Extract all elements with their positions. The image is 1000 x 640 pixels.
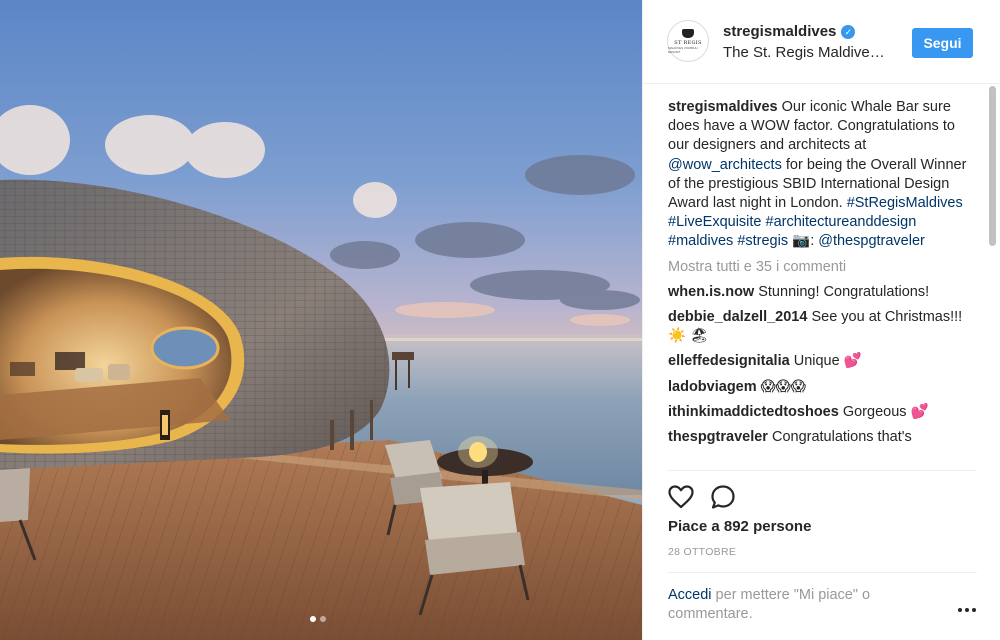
comment-username[interactable]: elleffedesignitalia <box>668 353 790 369</box>
action-bar <box>667 482 737 512</box>
comment-text: Stunning! Congratulations! <box>758 283 930 300</box>
comment-username[interactable]: when.is.now <box>668 284 754 300</box>
carousel-dot-active <box>310 616 316 622</box>
hashtag-link[interactable]: #maldives <box>668 233 733 249</box>
divider <box>667 470 977 471</box>
caption-username[interactable]: stregismaldives <box>668 99 778 115</box>
whale-bar-image <box>0 105 642 640</box>
comment-item: when.is.now Stunning! Congratulations! <box>668 283 968 302</box>
comment-text: Unique 💕 <box>793 353 862 370</box>
caption: stregismaldives Our iconic Whale Bar sur… <box>668 98 968 252</box>
hashtag-link[interactable]: #stregis <box>737 233 788 249</box>
mention-link[interactable]: @thespgtraveler <box>818 233 925 249</box>
comment-text: Gorgeous 💕 <box>842 403 929 420</box>
username-row: stregismaldives ✓ <box>723 23 856 40</box>
hashtag-link[interactable]: #StRegisMaldives <box>847 195 963 211</box>
scrollbar-thumb[interactable] <box>989 86 996 246</box>
login-prompt: Accedi per mettere "Mi piace" o commenta… <box>668 586 928 624</box>
comment-username[interactable]: ladobviagem <box>668 379 757 395</box>
location-link[interactable]: The St. Regis Maldive… <box>723 44 885 61</box>
avatar[interactable]: ST REGIS MALDIVES VOMMULI RESORT <box>667 20 709 62</box>
comment-bubble-icon[interactable] <box>709 483 737 511</box>
likes-count[interactable]: Piace a 892 persone <box>668 518 811 535</box>
camera-icon: 📷 <box>792 233 811 250</box>
comments-list[interactable]: stregismaldives Our iconic Whale Bar sur… <box>668 98 968 470</box>
verified-badge-icon: ✓ <box>841 24 856 39</box>
heart-outline-icon[interactable] <box>667 483 695 511</box>
username-link[interactable]: stregismaldives <box>723 23 836 40</box>
comment-text: Congratulations that's <box>771 429 912 446</box>
avatar-logo-sub: MALDIVES VOMMULI RESORT <box>668 45 699 54</box>
follow-button[interactable]: Segui <box>912 28 973 58</box>
logo-crest-icon <box>682 28 694 38</box>
divider <box>667 572 977 573</box>
post-photo[interactable] <box>0 0 642 640</box>
comment-username[interactable]: ithinkimaddictedtoshoes <box>668 404 839 420</box>
comment-item: elleffedesignitalia Unique 💕 <box>668 352 968 371</box>
comment-item: thespgtraveler Congratulations that's <box>668 428 968 447</box>
comment-text: 😱😱😱 <box>760 378 807 395</box>
carousel-indicator <box>310 616 326 622</box>
mention-link[interactable]: @wow_architects <box>668 157 782 173</box>
view-all-comments-link[interactable]: Mostra tutti e 35 i commenti <box>668 258 968 277</box>
comments-scrollbar[interactable] <box>988 84 997 470</box>
post-sidebar: ST REGIS MALDIVES VOMMULI RESORT stregis… <box>643 0 1000 640</box>
carousel-dot[interactable] <box>320 616 326 622</box>
hashtag-link[interactable]: #LiveExquisite <box>668 214 762 230</box>
comment-item: debbie_dalzell_2014 See you at Christmas… <box>668 308 968 346</box>
comment-item: ladobviagem 😱😱😱 <box>668 378 968 397</box>
more-options-icon[interactable] <box>955 600 979 620</box>
comment-item: ithinkimaddictedtoshoes Gorgeous 💕 <box>668 403 968 422</box>
comment-username[interactable]: thespgtraveler <box>668 429 768 445</box>
hashtag-link[interactable]: #architectureanddesign <box>766 214 917 230</box>
post-date[interactable]: 28 OTTOBRE <box>668 546 736 558</box>
post-header: ST REGIS MALDIVES VOMMULI RESORT stregis… <box>643 0 1000 84</box>
login-link[interactable]: Accedi <box>668 587 712 603</box>
comment-username[interactable]: debbie_dalzell_2014 <box>668 309 807 325</box>
